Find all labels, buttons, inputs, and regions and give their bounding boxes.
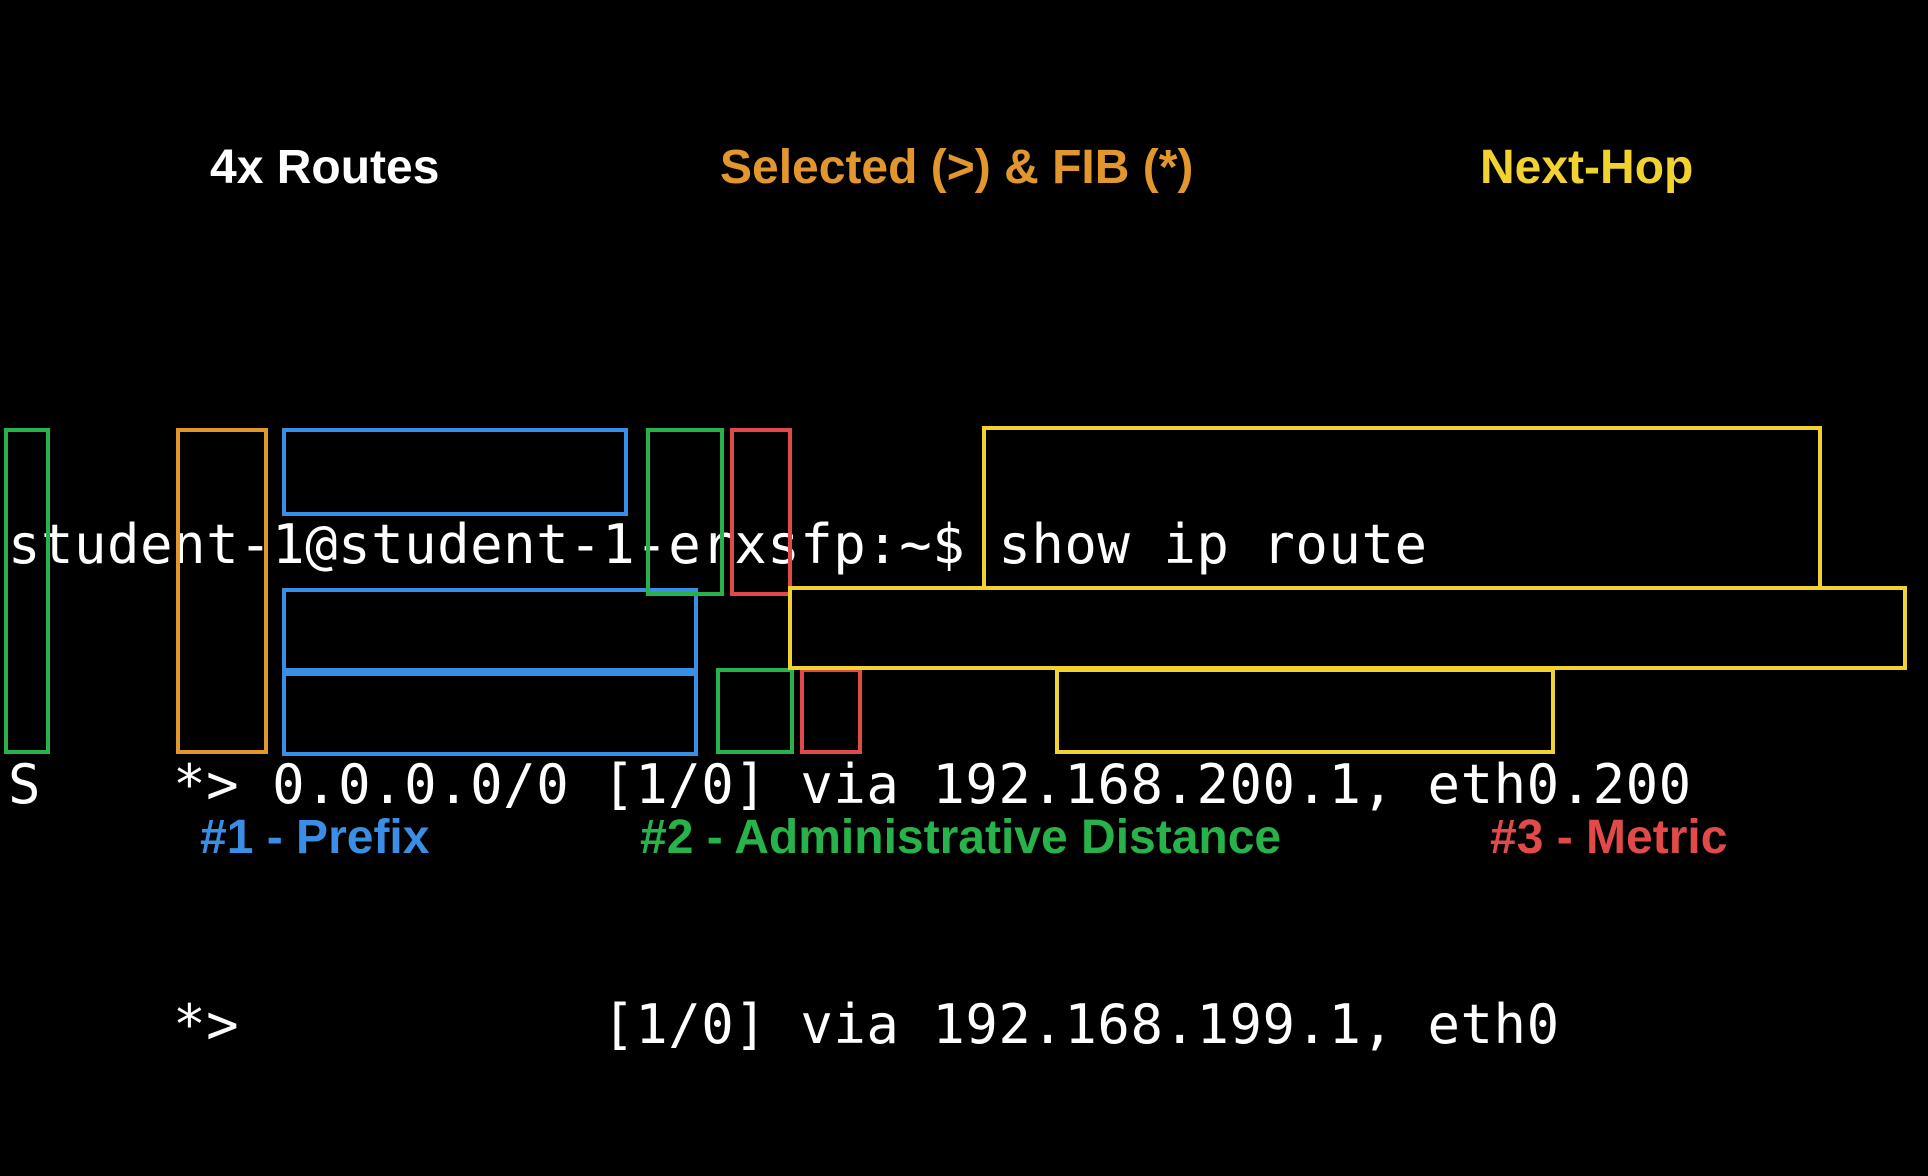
- route-mark: *>: [173, 753, 239, 816]
- route-metric: 0: [701, 753, 734, 816]
- terminal-output: student-1@student-1-erxsfp:~$ show ip ro…: [8, 345, 1758, 1176]
- label-admin-dist: #2 - Administrative Distance: [640, 810, 1281, 865]
- diagram-root: 4x Routes Selected (>) & FIB (*) Next-Ho…: [0, 0, 1928, 1176]
- route-ad: 1: [635, 993, 668, 1056]
- prompt-line: student-1@student-1-erxsfp:~$ show ip ro…: [8, 505, 1758, 585]
- route-code: [8, 993, 41, 1056]
- label-prefix: #1 - Prefix: [200, 810, 429, 865]
- route-metric: 0: [701, 993, 734, 1056]
- label-routes: 4x Routes: [210, 140, 439, 195]
- command: show ip route: [998, 513, 1427, 576]
- route-nexthop: 192.168.199.1, eth0: [932, 993, 1559, 1056]
- route-code: S: [8, 753, 41, 816]
- route-via: via: [800, 993, 899, 1056]
- route-prefix: 0.0.0.0/0: [272, 753, 569, 816]
- route-ad: 1: [635, 753, 668, 816]
- label-metric: #3 - Metric: [1490, 810, 1727, 865]
- label-selected-fib: Selected (>) & FIB (*): [720, 140, 1193, 195]
- route-row: *> [1/0] via 192.168.199.1, eth0: [8, 985, 1758, 1065]
- route-nexthop: 192.168.200.1, eth0.200: [932, 753, 1691, 816]
- route-via: via: [800, 753, 899, 816]
- label-next-hop: Next-Hop: [1480, 140, 1693, 195]
- prompt: student-1@student-1-erxsfp:~$: [8, 513, 998, 576]
- route-mark: *>: [173, 993, 239, 1056]
